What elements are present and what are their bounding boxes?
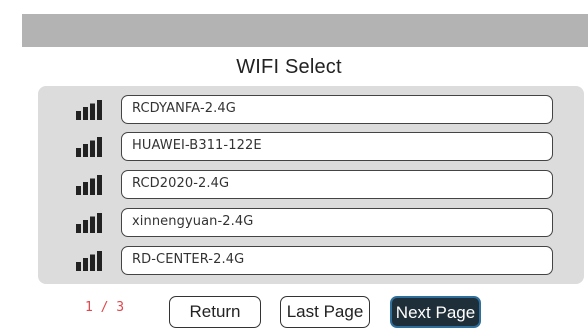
next-page-button[interactable]: Next Page — [390, 296, 481, 328]
signal-bars-icon — [76, 251, 108, 271]
list-item[interactable]: xinnengyuan-2.4G — [38, 203, 584, 241]
title-bar — [22, 14, 588, 47]
signal-bars-icon — [76, 175, 108, 195]
signal-bars-icon — [76, 213, 108, 233]
ssid-field[interactable]: HUAWEI-B311-122E — [121, 132, 553, 161]
signal-bars-icon — [76, 137, 108, 157]
wifi-list: RCDYANFA-2.4G HUAWEI-B311-122E RCD2020-2… — [38, 86, 584, 284]
signal-bars-icon — [76, 100, 108, 120]
list-item[interactable]: RCDYANFA-2.4G — [38, 90, 584, 128]
ssid-field[interactable]: xinnengyuan-2.4G — [121, 208, 553, 237]
ssid-field[interactable]: RD-CENTER-2.4G — [121, 246, 553, 275]
list-item[interactable]: RD-CENTER-2.4G — [38, 241, 584, 279]
ssid-field[interactable]: RCDYANFA-2.4G — [121, 95, 553, 124]
return-button[interactable]: Return — [169, 296, 261, 328]
last-page-button[interactable]: Last Page — [280, 296, 370, 328]
ssid-field[interactable]: RCD2020-2.4G — [121, 170, 553, 199]
dialog-title: WIFI Select — [236, 56, 342, 78]
page-indicator: 1 / 3 — [85, 300, 125, 315]
list-item[interactable]: RCD2020-2.4G — [38, 165, 584, 203]
list-item[interactable]: HUAWEI-B311-122E — [38, 127, 584, 165]
